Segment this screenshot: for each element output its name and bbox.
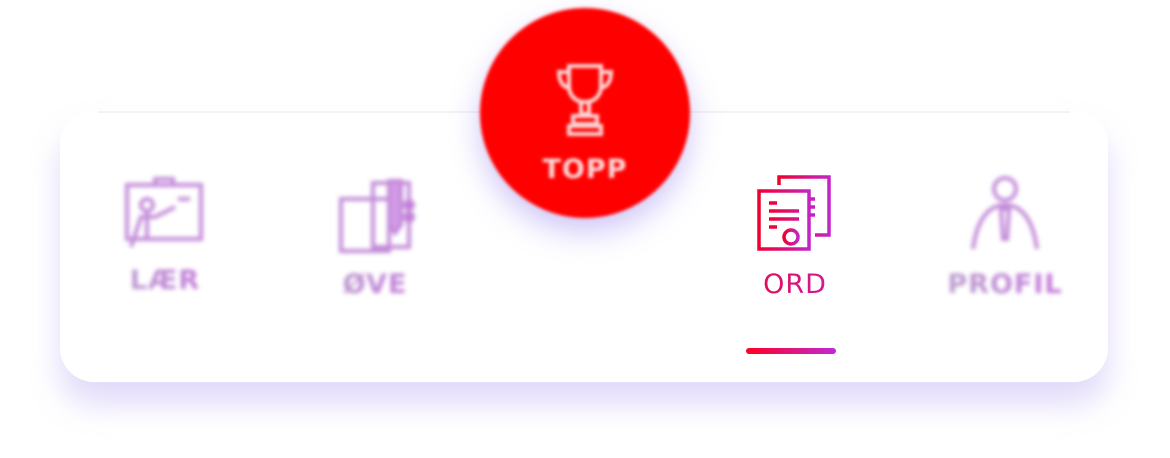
notebook-pen-icon [339, 179, 415, 253]
nav-label: ORD [715, 269, 875, 300]
nav-label: LÆR [85, 265, 245, 296]
topp-label: TOPP [542, 154, 628, 185]
nav-label: ØVE [295, 269, 455, 300]
nav-item-ord[interactable]: ORD [715, 175, 875, 315]
topp-button[interactable]: TOPP [480, 8, 690, 218]
person-icon [971, 176, 1039, 250]
nav-item-ove[interactable]: ØVE [295, 175, 455, 315]
nav-item-profil[interactable]: PROFIL [925, 175, 1085, 315]
nav-label: PROFIL [925, 269, 1085, 300]
nav-item-laer[interactable]: LÆR [85, 175, 245, 315]
trophy-icon [556, 64, 614, 136]
documents-icon [757, 175, 831, 251]
teacher-board-icon [125, 177, 203, 248]
active-tab-indicator [746, 348, 836, 354]
